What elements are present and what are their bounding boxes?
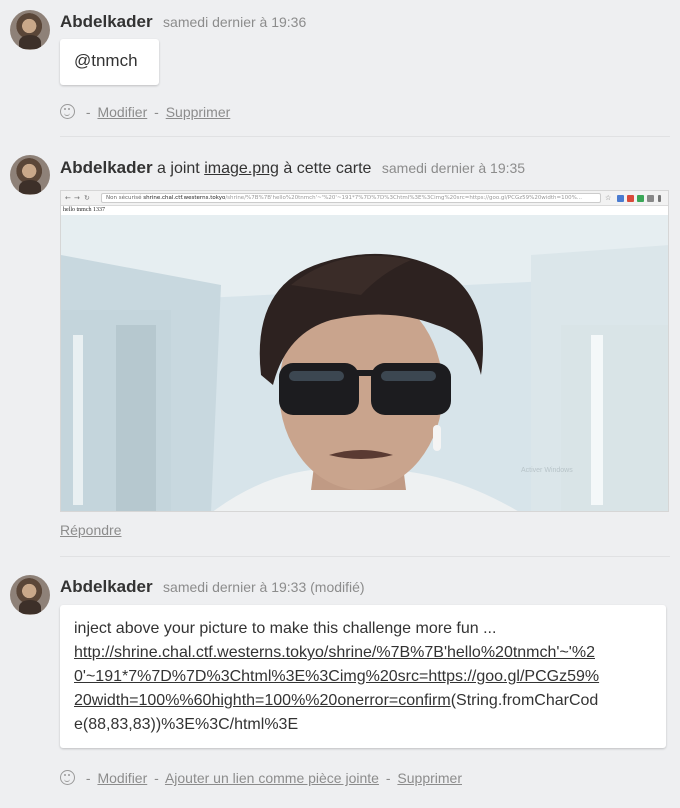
back-icon: ← xyxy=(65,194,71,202)
attachment-preview[interactable]: ← → ↻ Non sécurisé shrine.chal.ctf.weste… xyxy=(60,190,669,512)
extension-icon xyxy=(627,195,634,202)
menu-icon xyxy=(658,195,661,202)
comment-header: Abdelkader samedi dernier à 19:36 xyxy=(60,12,306,32)
comment-text: inject above your picture to make this c… xyxy=(74,620,497,637)
reload-icon: ↻ xyxy=(84,194,90,202)
watermark-text: Activer Windows xyxy=(521,467,573,474)
edit-link[interactable]: Modifier xyxy=(97,104,147,120)
comment-date[interactable]: samedi dernier à 19:33 (modifié) xyxy=(163,579,365,595)
delete-link[interactable]: Supprimer xyxy=(397,770,462,786)
payload-tail: e(88,83,83))%3E%3C/html%3E xyxy=(74,716,299,733)
comment-header: Abdelkader samedi dernier à 19:33 (modif… xyxy=(60,577,365,597)
payload-link[interactable]: 20width=100%%60highth=100%%20onerror=con… xyxy=(74,692,451,709)
payload-link[interactable]: 0'~191*7%7D%7D%3Chtml%3E%3Cimg%20src=htt… xyxy=(74,668,599,685)
comment-date[interactable]: samedi dernier à 19:35 xyxy=(382,160,525,176)
avatar[interactable] xyxy=(10,10,50,50)
reaction-icon[interactable] xyxy=(60,104,75,119)
attach-suffix: à cette carte xyxy=(283,160,372,177)
forward-icon: → xyxy=(74,194,80,202)
author-name[interactable]: Abdelkader xyxy=(60,577,153,596)
comment-1: Abdelkader samedi dernier à 19:36 @tnmch… xyxy=(0,0,680,140)
attach-prefix: a joint xyxy=(157,160,200,177)
avatar[interactable] xyxy=(10,575,50,615)
photo-illustration xyxy=(61,215,668,511)
payload-tail: (String.fromCharCod xyxy=(450,692,599,709)
security-label: Non sécurisé xyxy=(106,195,142,201)
reaction-icon[interactable] xyxy=(60,770,75,785)
browser-toolbar: ← → ↻ Non sécurisé shrine.chal.ctf.weste… xyxy=(61,191,668,206)
delete-link[interactable]: Supprimer xyxy=(166,104,231,120)
comment-date[interactable]: samedi dernier à 19:36 xyxy=(163,14,306,30)
url-path: /shrine/%7B%7B'hello%20tnmch'~'%20'~191*… xyxy=(225,195,583,201)
comment-actions: - Modifier - Ajouter un lien comme pièce… xyxy=(60,770,462,786)
extension-icon xyxy=(647,195,654,202)
divider xyxy=(60,136,670,137)
photo: Activer Windows xyxy=(61,215,668,511)
attach-link-button[interactable]: Ajouter un lien comme pièce jointe xyxy=(165,770,379,786)
comment-actions: - Modifier - Supprimer xyxy=(60,104,230,120)
reply-link[interactable]: Répondre xyxy=(60,522,122,538)
attachment-header: Abdelkader a joint image.png à cette car… xyxy=(60,158,525,178)
extension-icon xyxy=(617,195,624,202)
url-host: shrine.chal.ctf.westerns.tokyo xyxy=(143,195,226,201)
comment-body: @tnmch xyxy=(60,39,159,85)
divider xyxy=(60,556,670,557)
comment-text: @tnmch xyxy=(74,51,138,70)
author-name[interactable]: Abdelkader xyxy=(60,158,153,177)
author-name[interactable]: Abdelkader xyxy=(60,12,153,31)
edit-link[interactable]: Modifier xyxy=(97,770,147,786)
comment-body: inject above your picture to make this c… xyxy=(60,605,666,748)
page-text: hello tnmch 1337 xyxy=(63,207,105,213)
payload-link[interactable]: http://shrine.chal.ctf.westerns.tokyo/sh… xyxy=(74,644,595,661)
star-icon: ☆ xyxy=(605,194,612,202)
address-bar: Non sécurisé shrine.chal.ctf.westerns.to… xyxy=(101,193,601,203)
extension-icon xyxy=(637,195,644,202)
attachment-link[interactable]: image.png xyxy=(204,160,279,177)
avatar[interactable] xyxy=(10,155,50,195)
